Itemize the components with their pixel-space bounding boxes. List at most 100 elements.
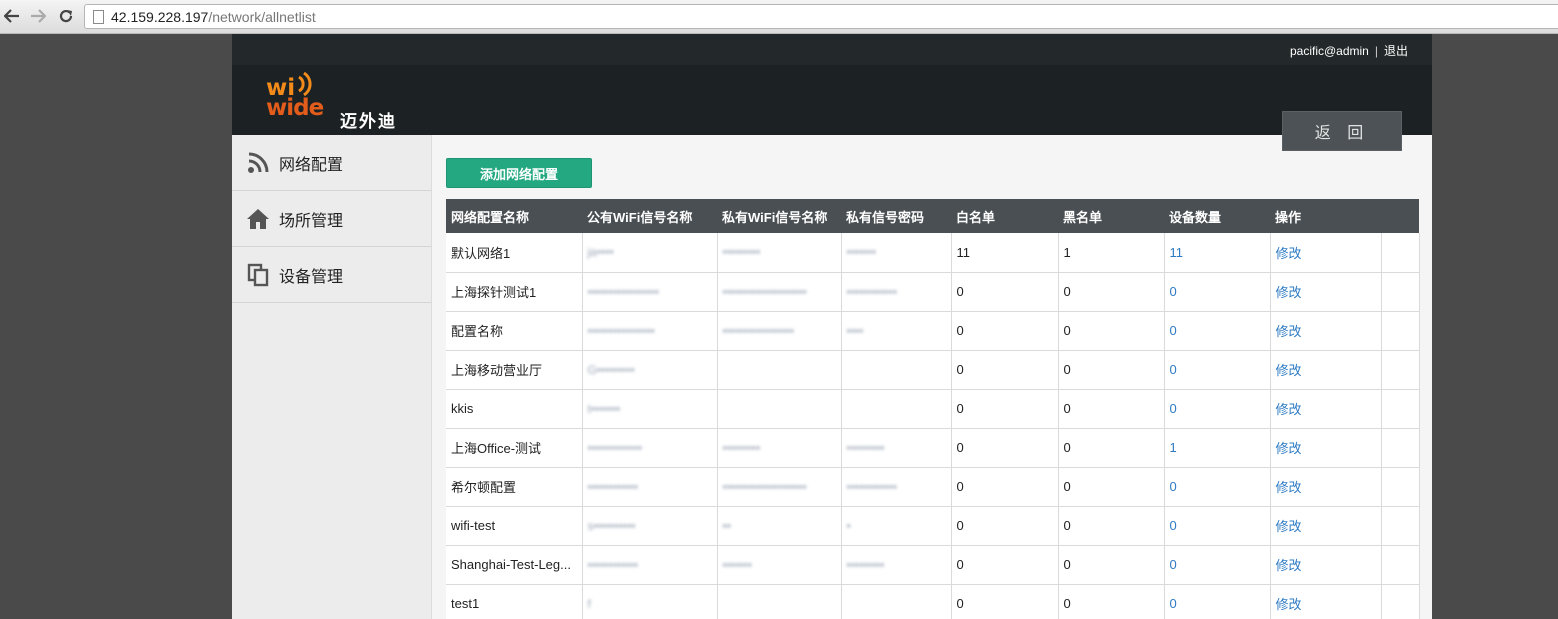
device-count-link[interactable]: 0 <box>1164 545 1271 585</box>
edit-link[interactable]: 修改 <box>1270 350 1382 390</box>
home-icon <box>246 207 270 231</box>
add-network-config-button[interactable]: 添加网络配置 <box>446 158 592 188</box>
cell-name: test1 <box>446 584 583 619</box>
redacted-value: • <box>846 518 851 533</box>
cell-password: ••••••••• <box>841 545 952 585</box>
redacted-value: ••••••• <box>846 245 876 260</box>
redacted-value: ••••••• <box>722 557 752 572</box>
app-header: wi wide 迈外迪 返 回 <box>232 65 1432 151</box>
cell-blacklist: 0 <box>1058 506 1165 546</box>
redacted-value: •••••••••••• <box>587 557 638 572</box>
table-row: 希尔顿配置 •••••••••••• •••••••••••••••••••• •••… <box>446 467 1420 507</box>
cell-whitelist: 0 <box>951 350 1059 390</box>
table-row: 上海移动营业厅 G••••••••• 0 0 0 修改 <box>446 350 1420 390</box>
table-row: Shanghai-Test-Leg... •••••••••••• ••••••• •… <box>446 545 1420 585</box>
sidebar-item-label: 网络配置 <box>279 156 344 174</box>
edit-link[interactable]: 修改 <box>1270 506 1382 546</box>
redacted-value: •••••••••••• <box>846 284 897 299</box>
device-count-link[interactable]: 0 <box>1164 311 1271 351</box>
cell-password: ••••••••• <box>841 428 952 468</box>
column-header: 白名单 <box>951 199 1058 233</box>
reload-icon[interactable] <box>56 6 76 26</box>
address-bar[interactable]: 42.159.228.197/network/allnetlist <box>84 4 1558 29</box>
cell-name: Shanghai-Test-Leg... <box>446 545 583 585</box>
device-count-link[interactable]: 0 <box>1164 350 1271 390</box>
row-spacer <box>1381 428 1420 468</box>
cell-whitelist: 0 <box>951 467 1059 507</box>
sidebar-item-network-config[interactable]: 网络配置 <box>232 135 431 191</box>
device-count-link[interactable]: 11 <box>1164 233 1271 273</box>
row-spacer <box>1381 272 1420 312</box>
separator: | <box>1374 43 1378 58</box>
sidebar-item-venue-management[interactable]: 场所管理 <box>232 191 431 247</box>
row-spacer <box>1381 311 1420 351</box>
cell-public-ssid: ••••••••••••• <box>582 428 718 468</box>
row-spacer <box>1381 389 1420 429</box>
cell-password <box>841 584 952 619</box>
column-header: 设备数量 <box>1164 199 1270 233</box>
table-row: 默认网络1 ja•••• ••••••••• ••••••• 11 1 11 修改 <box>446 233 1420 273</box>
edit-link[interactable]: 修改 <box>1270 272 1382 312</box>
forward-arrow-icon[interactable] <box>28 6 48 26</box>
edit-link[interactable]: 修改 <box>1270 467 1382 507</box>
cell-password: •••••••••••• <box>841 467 952 507</box>
cell-blacklist: 0 <box>1058 389 1165 429</box>
cell-public-ssid: G••••••••• <box>582 350 718 390</box>
device-count-link[interactable]: 0 <box>1164 506 1271 546</box>
rss-icon <box>246 151 270 175</box>
sidebar-item-label: 场所管理 <box>279 212 344 230</box>
edit-link[interactable]: 修改 <box>1270 389 1382 429</box>
redacted-value: s•••••••••• <box>587 518 636 533</box>
device-count-link[interactable]: 0 <box>1164 272 1271 312</box>
column-header-spacer <box>1381 199 1419 233</box>
column-header: 操作 <box>1270 199 1381 233</box>
cell-blacklist: 0 <box>1058 584 1165 619</box>
cell-blacklist: 0 <box>1058 350 1165 390</box>
cell-whitelist: 0 <box>951 272 1059 312</box>
cell-password <box>841 350 952 390</box>
logout-link[interactable]: 退出 <box>1384 42 1408 59</box>
edit-link[interactable]: 修改 <box>1270 428 1382 468</box>
cell-whitelist: 0 <box>951 506 1059 546</box>
app-page: pacific@admin | 退出 wi wide 迈外迪 返 回 网络配置 <box>232 34 1432 619</box>
device-count-link[interactable]: 0 <box>1164 467 1271 507</box>
device-count-link[interactable]: 0 <box>1164 389 1271 429</box>
table-row: 上海探针测试1 ••••••••••••••••• ••••••••••••••••… <box>446 272 1420 312</box>
redacted-value: ••••••••••••••••• <box>587 284 659 299</box>
device-count-link[interactable]: 0 <box>1164 584 1271 619</box>
redacted-value: ••••••••• <box>722 440 761 455</box>
redacted-value: •••••••••••••••• <box>587 323 655 338</box>
redacted-value: t••••••• <box>587 401 621 416</box>
column-header: 黑名单 <box>1058 199 1164 233</box>
row-spacer <box>1381 506 1420 546</box>
column-header: 私有信号密码 <box>841 199 951 233</box>
edit-link[interactable]: 修改 <box>1270 311 1382 351</box>
cell-name: kkis <box>446 389 583 429</box>
redacted-value: •••••••••••••••••••• <box>722 479 807 494</box>
row-spacer <box>1381 233 1420 273</box>
edit-link[interactable]: 修改 <box>1270 233 1382 273</box>
logo-chinese: 迈外迪 <box>340 112 397 131</box>
cell-name: 上海Office-测试 <box>446 428 583 468</box>
device-count-link[interactable]: 1 <box>1164 428 1271 468</box>
cell-password: • <box>841 506 952 546</box>
redacted-value: •••••••••••• <box>587 479 638 494</box>
edit-link[interactable]: 修改 <box>1270 584 1382 619</box>
cell-blacklist: 0 <box>1058 428 1165 468</box>
logo-wide: wide <box>266 95 324 121</box>
redacted-value: •••••••••••••••••••• <box>722 284 807 299</box>
sidebar-item-device-management[interactable]: 设备管理 <box>232 247 431 303</box>
cell-name: 上海移动营业厅 <box>446 350 583 390</box>
copy-icon <box>246 263 270 287</box>
table-row: test1 f 0 0 0 修改 <box>446 584 1420 619</box>
cell-blacklist: 0 <box>1058 467 1165 507</box>
table-header-row: 网络配置名称 公有WiFi信号名称 私有WiFi信号名称 私有信号密码 白名单 … <box>446 199 1419 233</box>
cell-whitelist: 0 <box>951 389 1059 429</box>
redacted-value: ••••••••• <box>722 245 761 260</box>
edit-link[interactable]: 修改 <box>1270 545 1382 585</box>
sidebar-item-label: 设备管理 <box>279 268 344 286</box>
back-arrow-icon[interactable] <box>2 6 22 26</box>
cell-private-ssid: •••••••••••••••••••• <box>717 467 842 507</box>
cell-whitelist: 0 <box>951 584 1059 619</box>
redacted-value: f <box>587 596 591 611</box>
